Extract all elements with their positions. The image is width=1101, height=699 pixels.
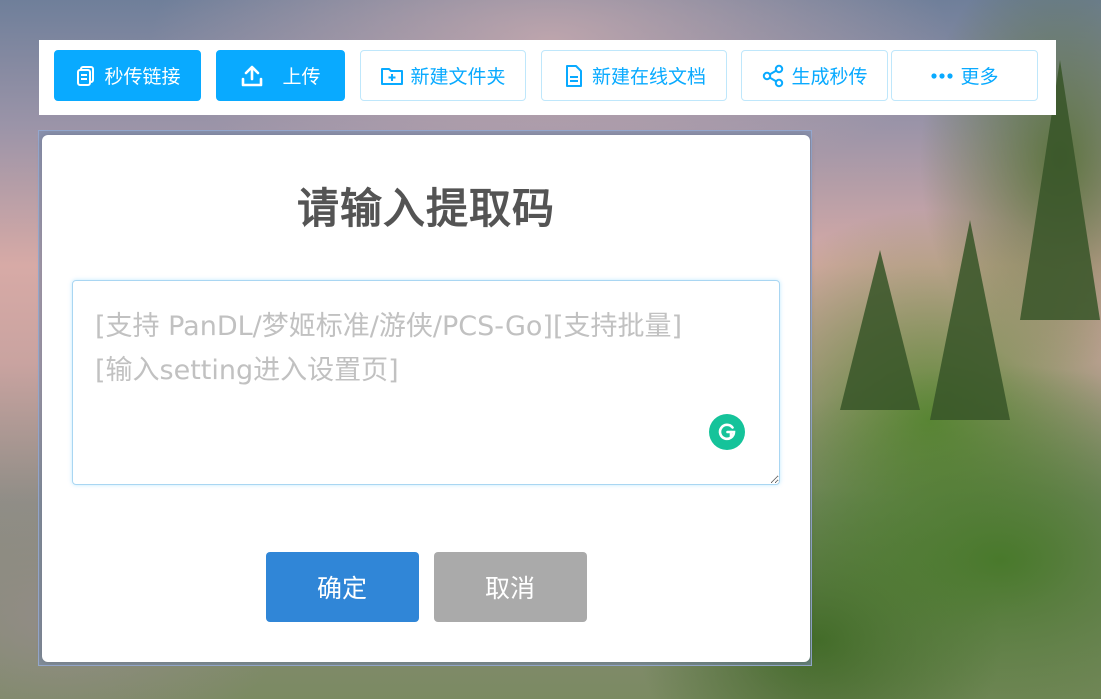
toolbar: 秒传链接 上传 新建文件夹 新建在线文档 生成秒传 更多 [39,40,1056,115]
new-online-doc-label: 新建在线文档 [591,66,706,88]
upload-icon [240,64,264,88]
share-icon [761,64,785,88]
copy-link-icon [74,64,98,88]
extract-code-dialog: 请输入提取码 确定 取消 [42,135,810,662]
background-tree [930,220,1010,420]
dialog-title: 请输入提取码 [296,184,555,233]
cancel-button[interactable]: 取消 [433,552,587,622]
upload-button[interactable]: 上传 [216,50,345,101]
more-label: 更多 [960,66,999,88]
grammarly-icon[interactable] [709,414,745,450]
document-icon [562,64,586,88]
copy-link-button[interactable]: 秒传链接 [54,50,201,101]
new-online-doc-button[interactable]: 新建在线文档 [541,50,727,101]
generate-link-label: 生成秒传 [791,66,868,88]
background-tree [840,250,920,410]
new-folder-icon [380,64,404,88]
extract-code-input-wrapper [72,280,780,485]
more-button[interactable]: 更多 [891,50,1038,101]
copy-link-label: 秒传链接 [104,66,181,88]
new-folder-button[interactable]: 新建文件夹 [360,50,526,101]
upload-label: 上传 [282,66,321,88]
extract-code-input[interactable] [73,281,779,484]
confirm-button[interactable]: 确定 [265,552,419,622]
dialog-actions: 确定 取消 [42,552,810,622]
more-dots-icon [930,64,954,88]
generate-link-button[interactable]: 生成秒传 [741,50,888,101]
new-folder-label: 新建文件夹 [410,66,506,88]
